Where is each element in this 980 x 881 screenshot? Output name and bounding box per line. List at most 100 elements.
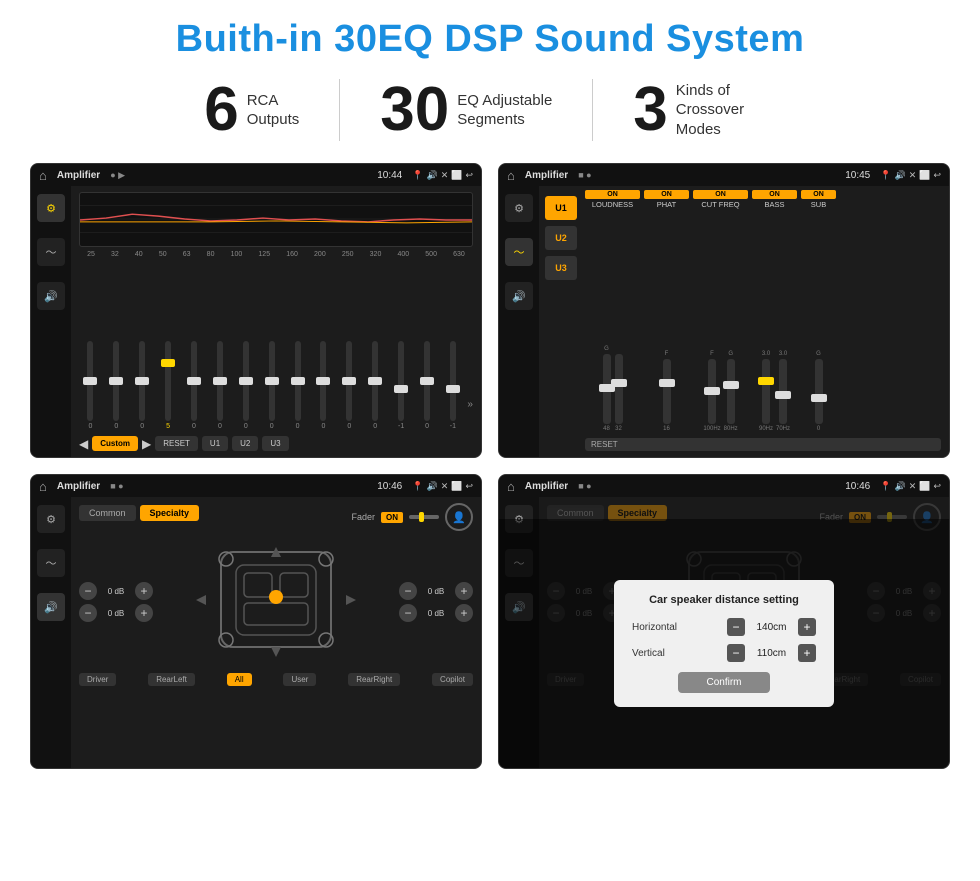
status-icons-1: 📍🔊✕⬜↩ [412,170,473,181]
custom-btn[interactable]: Custom [92,436,138,451]
driver-btn[interactable]: Driver [79,673,116,686]
stat-rca: 6 RCAOutputs [164,79,340,141]
eq-bottom-bar: ◀ Custom ▶ RESET U1 U2 U3 [79,436,473,451]
screen4-content: ⚙ 〜 🔊 Common Specialty Fader ON [499,497,949,768]
left-rear-plus[interactable]: + [135,604,153,622]
sidebar-fader-btn-3[interactable]: 🔊 [37,593,65,621]
prev-arrow[interactable]: ◀ [79,437,88,451]
u1-btn[interactable]: U1 [202,436,228,451]
eq-slider-9: 0 [312,341,335,430]
u-buttons: U1 U2 U3 [545,190,577,453]
sidebar-eq-btn-2[interactable]: ⚙ [505,194,533,222]
eq-slider-1: 0 [105,341,128,430]
sidebar-eq-btn[interactable]: ⚙ [37,194,65,222]
rearleft-btn[interactable]: RearLeft [148,673,195,686]
eq-slider-3: 5 [157,341,180,430]
horizontal-plus-btn[interactable]: + [798,618,816,636]
rearright-btn[interactable]: RearRight [348,673,400,686]
home-icon-2[interactable]: ⌂ [507,168,515,183]
stats-row: 6 RCAOutputs 30 EQ AdjustableSegments 3 … [30,79,950,141]
u3-select-btn[interactable]: U3 [545,256,577,280]
status-icons-3: 📍🔊✕⬜↩ [412,481,473,492]
home-icon-3[interactable]: ⌂ [39,479,47,494]
u1-select-btn[interactable]: U1 [545,196,577,220]
time-1: 10:44 [377,170,402,181]
stat-crossover: 3 Kinds ofCrossover Modes [593,79,815,141]
time-2: 10:45 [845,170,870,181]
reset-btn[interactable]: RESET [155,436,198,451]
eq-slider-13: 0 [416,341,439,430]
eq-graph [79,192,473,247]
right-vol-control: − 0 dB + − 0 dB + [399,582,473,622]
crossover-reset-btn[interactable]: RESET [585,438,941,451]
right-rear-plus[interactable]: + [455,604,473,622]
status-bar-2: ⌂ Amplifier ■ ● 10:45 📍🔊✕⬜↩ [499,164,949,186]
confirm-button[interactable]: Confirm [678,672,769,693]
screen-fader: ⌂ Amplifier ■ ● 10:46 📍🔊✕⬜↩ ⚙ 〜 🔊 Co [30,474,482,769]
horizontal-minus-btn[interactable]: − [727,618,745,636]
eq-main: 253240506380100125160200250320400500630 … [71,186,481,457]
phat-on[interactable]: ON [644,190,689,199]
eq-slider-4: 0 [183,341,206,430]
vertical-minus-btn[interactable]: − [727,644,745,662]
eq-slider-8: 0 [286,341,309,430]
status-icons-4: 📍🔊✕⬜↩ [880,481,941,492]
all-btn[interactable]: All [227,673,252,686]
u3-btn[interactable]: U3 [262,436,288,451]
loudness-on[interactable]: ON [585,190,640,199]
crossover-sidebar: ⚙ 〜 🔊 [499,186,539,457]
right-rear-minus[interactable]: − [399,604,417,622]
fader-main: Common Specialty Fader ON 👤 [71,497,481,768]
copilot-btn[interactable]: Copilot [432,673,473,686]
eq-content: ⚙ 〜 🔊 [31,186,481,457]
vertical-control: − 110cm + [727,644,816,662]
left-rear-minus[interactable]: − [79,604,97,622]
next-arrow[interactable]: ▶ [142,437,151,451]
eq-slider-11: 0 [364,341,387,430]
car-diagram [161,537,391,667]
left-front-plus[interactable]: + [135,582,153,600]
horizontal-value: 140cm [749,622,794,633]
cutfreq-on[interactable]: ON [693,190,748,199]
dialog-overlay: Car speaker distance setting Horizontal … [499,519,949,768]
sub-on[interactable]: ON [801,190,836,199]
home-icon-4[interactable]: ⌂ [507,479,515,494]
sidebar-wave-btn[interactable]: 〜 [37,238,65,266]
eq-slider-2: 0 [131,341,154,430]
app-name-3: Amplifier [57,481,100,492]
vertical-row: Vertical − 110cm + [632,644,816,662]
eq-sliders: 0 0 0 5 0 0 0 0 0 0 0 0 -1 0 -1 [79,262,473,432]
status-icons-2: 📍🔊✕⬜↩ [880,170,941,181]
tab-common[interactable]: Common [79,505,136,521]
eq-slider-7: 0 [260,341,283,430]
sidebar-vol-btn[interactable]: 🔊 [37,282,65,310]
right-front-plus[interactable]: + [455,582,473,600]
stat-eq-label: EQ AdjustableSegments [457,91,552,130]
crossover-content: ⚙ 〜 🔊 U1 U2 U3 ON L [499,186,949,457]
main-title: Buith-in 30EQ DSP Sound System [30,18,950,61]
home-icon-1[interactable]: ⌂ [39,168,47,183]
screen-fader-dialog: ⌂ Amplifier ■ ● 10:46 📍🔊✕⬜↩ ⚙ 〜 🔊 [498,474,950,769]
left-vol-control: − 0 dB + − 0 dB + [79,582,153,622]
eq-slider-10: 0 [338,341,361,430]
stat-rca-number: 6 [204,79,238,141]
sidebar-vol-btn-2[interactable]: 🔊 [505,282,533,310]
eq-slider-5: 0 [208,341,231,430]
tab-specialty[interactable]: Specialty [140,505,200,521]
bass-on[interactable]: ON [752,190,797,199]
sidebar-wave-btn-3[interactable]: 〜 [37,549,65,577]
user-btn[interactable]: User [283,673,316,686]
u2-btn[interactable]: U2 [232,436,258,451]
left-front-minus[interactable]: − [79,582,97,600]
vertical-plus-btn[interactable]: + [798,644,816,662]
sidebar-wave-btn-2[interactable]: 〜 [505,238,533,266]
app-name-2: Amplifier [525,170,568,181]
fader-on-btn[interactable]: ON [381,512,403,523]
sidebar-eq-btn-3[interactable]: ⚙ [37,505,65,533]
vertical-value: 110cm [749,648,794,659]
eq-slider-12: -1 [390,341,413,430]
right-front-minus[interactable]: − [399,582,417,600]
fader-tabs: Common Specialty [79,505,199,521]
horizontal-control: − 140cm + [727,618,816,636]
u2-select-btn[interactable]: U2 [545,226,577,250]
